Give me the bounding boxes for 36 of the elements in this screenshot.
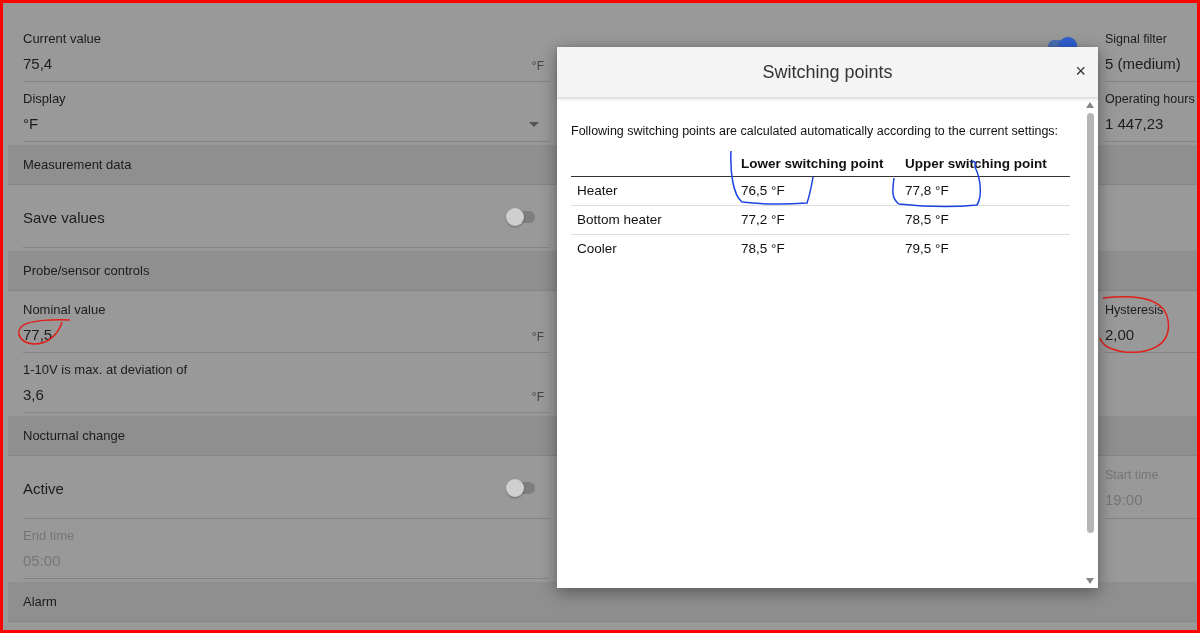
unit-label: °F [531, 390, 544, 404]
field-value[interactable]: 77,5 [23, 325, 53, 345]
dialog-title: Switching points [762, 61, 893, 83]
table-cell: 77,8 °F [899, 176, 1070, 206]
table-cell: 77,2 °F [735, 205, 899, 235]
field-label: Current value [23, 31, 103, 47]
column-header: Upper switching point [899, 152, 1070, 177]
field-label: Nominal value [23, 302, 107, 318]
column-header: Lower switching point [735, 152, 899, 177]
setting-label: Active [23, 479, 64, 497]
setting-label: Save values [23, 208, 105, 226]
scroll-down-icon[interactable] [1086, 578, 1094, 584]
table-cell: 76,5 °F [735, 176, 899, 206]
toggle-switch[interactable] [509, 482, 535, 494]
field-value[interactable]: 1 447,23 [1105, 114, 1200, 134]
field-value[interactable]: 3,6 [23, 385, 44, 405]
table-cell: Bottom heater [571, 205, 735, 235]
field-value[interactable]: °F [23, 114, 39, 134]
field-label: 1-10V is max. at deviation of [23, 362, 189, 378]
field-value[interactable]: 2,00 [1105, 325, 1200, 345]
field-label: Signal filter [1105, 31, 1168, 47]
unit-label: °F [531, 59, 544, 73]
section-header: Alarm [8, 582, 1200, 622]
table-cell: Heater [571, 176, 735, 206]
intro-text: Following switching points are calculated automatically according to the current settings: [571, 124, 1060, 138]
close-button[interactable]: × [1073, 61, 1088, 81]
table-cell: 78,5 °F [899, 205, 1070, 235]
field-label: Display [23, 91, 67, 107]
field-label: Operating hours [1105, 91, 1196, 107]
unit-label: °F [531, 330, 544, 344]
field-label: Hysteresis [1105, 302, 1165, 318]
dropdown-caret-icon[interactable] [529, 121, 539, 127]
scroll-up-icon[interactable] [1086, 102, 1094, 108]
toggle-switch[interactable] [509, 211, 535, 223]
field-value[interactable]: 75,4 [23, 54, 53, 74]
field-value[interactable]: 5 (medium) [1105, 54, 1200, 74]
